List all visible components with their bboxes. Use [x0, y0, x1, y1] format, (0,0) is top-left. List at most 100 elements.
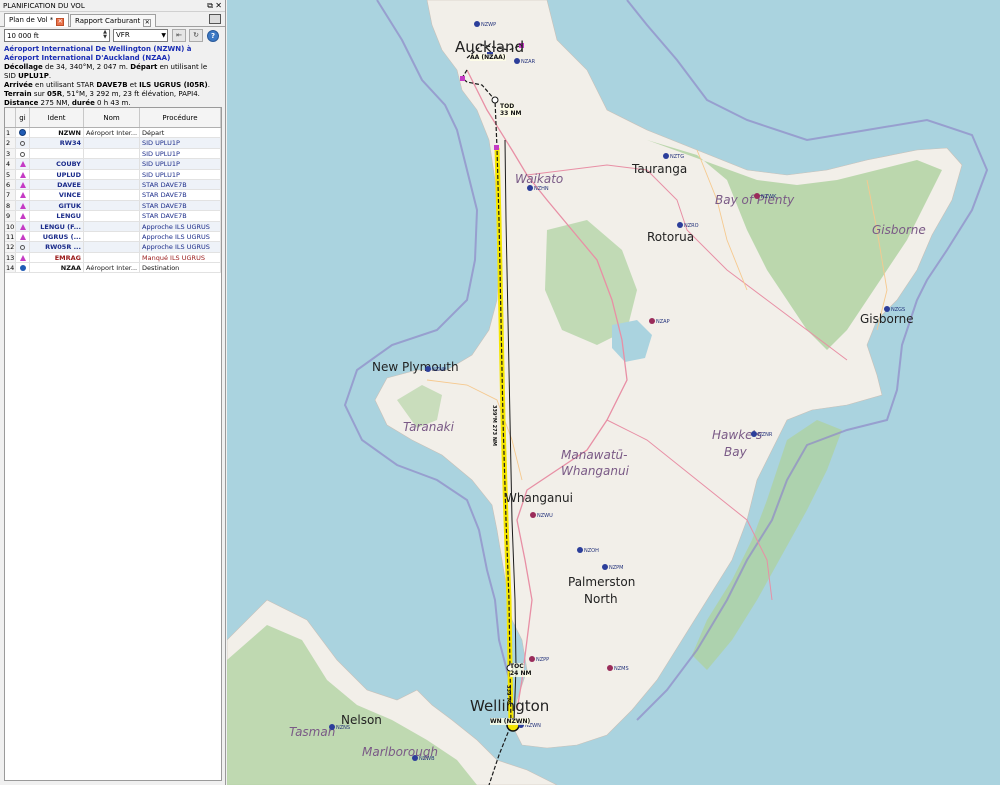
row-procedure: Approche ILS UGRUS	[140, 242, 221, 252]
airport-symbol[interactable]: NZWK	[754, 193, 776, 200]
place-label: Tauranga	[632, 162, 688, 176]
airport-symbol[interactable]: NZNP	[425, 366, 446, 373]
row-type	[16, 263, 30, 273]
row-index: 8	[5, 200, 16, 211]
table-body: 1 NZWN Aéroport Inter... Départ 2 RW34 SID UPL…	[5, 128, 221, 274]
row-ident: VINCE	[30, 190, 84, 200]
flight-plan-table[interactable]: gi Ident Nom Procédure 1 NZWN Aéroport Int…	[4, 107, 222, 781]
waypoint-marker[interactable]	[460, 76, 465, 81]
table-row[interactable]: 13 EMRAG Manqué ILS UGRUS	[5, 252, 221, 264]
table-row[interactable]: 12 RW05R ... Approche ILS UGRUS	[5, 242, 221, 253]
row-index: 4	[5, 159, 16, 169]
col-header-type[interactable]: gi	[16, 108, 30, 127]
row-name: Aéroport Inter...	[84, 128, 140, 138]
waypoint-circle-icon	[20, 151, 25, 157]
refresh-icon[interactable]: ↻	[189, 29, 203, 42]
cruise-altitude-input[interactable]	[4, 29, 110, 42]
waypoint-marker[interactable]	[494, 145, 499, 150]
waypoint-label: AA (NZAA)	[470, 54, 506, 61]
row-ident: NZWN	[30, 128, 84, 138]
row-name: Aéroport Inter...	[84, 263, 140, 273]
place-label: Waikato	[515, 172, 564, 186]
airport-symbol[interactable]: NZTG	[663, 153, 684, 160]
table-row[interactable]: 1 NZWN Aéroport Inter... Départ	[5, 128, 221, 139]
place-label: Palmerston	[568, 575, 636, 589]
col-header-ident[interactable]: Ident	[30, 108, 84, 127]
airport-symbol[interactable]: NZWU	[530, 512, 553, 519]
airport-code: NZPP	[536, 657, 550, 663]
waypoint-triangle-icon	[19, 233, 26, 240]
row-procedure: STAR DAVE7B	[140, 200, 221, 211]
col-header-index[interactable]	[5, 108, 16, 127]
airport-icon	[19, 129, 26, 136]
altitude-spinner[interactable]: ▲ ▼	[101, 30, 109, 41]
table-row[interactable]: 8 GITUK STAR DAVE7B	[5, 200, 221, 212]
tab-fuel-report[interactable]: Rapport Carburant ✕	[70, 14, 157, 27]
col-header-procedure[interactable]: Procédure	[140, 108, 221, 127]
waypoint-triangle-icon	[19, 192, 26, 199]
table-row[interactable]: 4 COUBY SID UPLU1P	[5, 159, 221, 170]
panel-title: PLANIFICATION DU VOL	[3, 2, 85, 10]
table-row[interactable]: 2 RW34 SID UPLU1P	[5, 138, 221, 149]
route-summary: Aéroport International De Wellington (NZ…	[0, 43, 225, 117]
row-name	[84, 200, 140, 211]
airport-symbol[interactable]: NZPM	[602, 564, 624, 571]
airport-symbol[interactable]: NZOH	[577, 547, 599, 554]
airport-symbol[interactable]: NZMS	[607, 665, 629, 672]
table-row[interactable]: 3 SID UPLU1P	[5, 148, 221, 160]
spin-down-icon[interactable]: ▼	[101, 35, 109, 40]
row-name	[84, 190, 140, 200]
distance-label: Distance	[4, 99, 39, 107]
airport-symbol[interactable]: NZAR	[514, 58, 535, 65]
waypoint-triangle-icon	[19, 161, 26, 168]
table-header: gi Ident Nom Procédure	[5, 108, 221, 128]
airway-icon[interactable]: ⇤	[172, 29, 186, 42]
departure-label: Départ	[130, 63, 158, 71]
table-row[interactable]: 9 LENGU STAR DAVE7B	[5, 211, 221, 222]
table-row[interactable]: 14 NZAA Aéroport Inter... Destination	[5, 263, 221, 274]
airport-code: NZHN	[534, 186, 549, 192]
tab-menu-icon[interactable]	[209, 14, 221, 24]
airport-symbol[interactable]: NZNS	[329, 724, 350, 731]
row-type	[16, 200, 30, 211]
airport-symbol[interactable]: NZNR	[751, 431, 772, 438]
airport-icon	[649, 318, 655, 324]
flight-rules-select[interactable]: VFR ▼	[113, 29, 168, 42]
close-icon[interactable]: ✕	[215, 0, 222, 12]
waypoint-marker[interactable]	[491, 96, 499, 104]
row-ident: EMRAG	[30, 252, 84, 263]
flight-plan-panel: PLANIFICATION DU VOL ⧉ ✕ Plan de Vol * ✕ …	[0, 0, 226, 785]
terrain-text: sur	[31, 90, 48, 98]
table-row[interactable]: 5 UPLUD SID UPLU1P	[5, 169, 221, 180]
airport-icon	[412, 755, 418, 761]
row-index: 3	[5, 148, 16, 159]
panel-title-bar: PLANIFICATION DU VOL ⧉ ✕	[0, 0, 225, 12]
airport-symbol[interactable]: NZWB	[412, 755, 435, 762]
airport-symbol[interactable]: NZGS	[884, 306, 905, 313]
row-procedure: Départ	[140, 128, 221, 138]
table-row[interactable]: 10 LENGU (F... Approche ILS UGRUS	[5, 221, 221, 232]
place-label: Rotorua	[647, 230, 695, 244]
airport-symbol[interactable]: NZWP	[474, 21, 496, 28]
tab-flight-plan[interactable]: Plan de Vol * ✕	[4, 13, 70, 27]
airport-symbol[interactable]: NZPP	[529, 656, 549, 663]
table-row[interactable]: 6 DAVEE STAR DAVE7B	[5, 179, 221, 191]
map-view[interactable]: Auckland Waikato Tauranga Bay of Plenty Roto…	[227, 0, 1000, 785]
help-button[interactable]: ?	[207, 30, 219, 42]
north-island-land	[374, 0, 963, 749]
airport-symbol[interactable]: NZRO	[677, 222, 699, 229]
row-name	[84, 252, 140, 263]
table-row[interactable]: 7 VINCE STAR DAVE7B	[5, 190, 221, 201]
tab-bar: Plan de Vol * ✕ Rapport Carburant ✕	[0, 12, 225, 27]
row-type	[16, 252, 30, 263]
row-procedure: STAR DAVE7B	[140, 179, 221, 190]
float-icon[interactable]: ⧉	[207, 0, 213, 12]
airport-symbol[interactable]: NZAP	[649, 318, 670, 325]
airport-code: NZGS	[891, 307, 906, 313]
col-header-name[interactable]: Nom	[84, 108, 140, 127]
tab-close-icon[interactable]: ✕	[143, 19, 152, 27]
place-label: Bay	[724, 445, 747, 459]
airport-symbol[interactable]: NZHN	[527, 185, 549, 192]
tab-close-icon[interactable]: ✕	[56, 18, 65, 26]
table-row[interactable]: 11 UGRUS (... Approche ILS UGRUS	[5, 231, 221, 243]
